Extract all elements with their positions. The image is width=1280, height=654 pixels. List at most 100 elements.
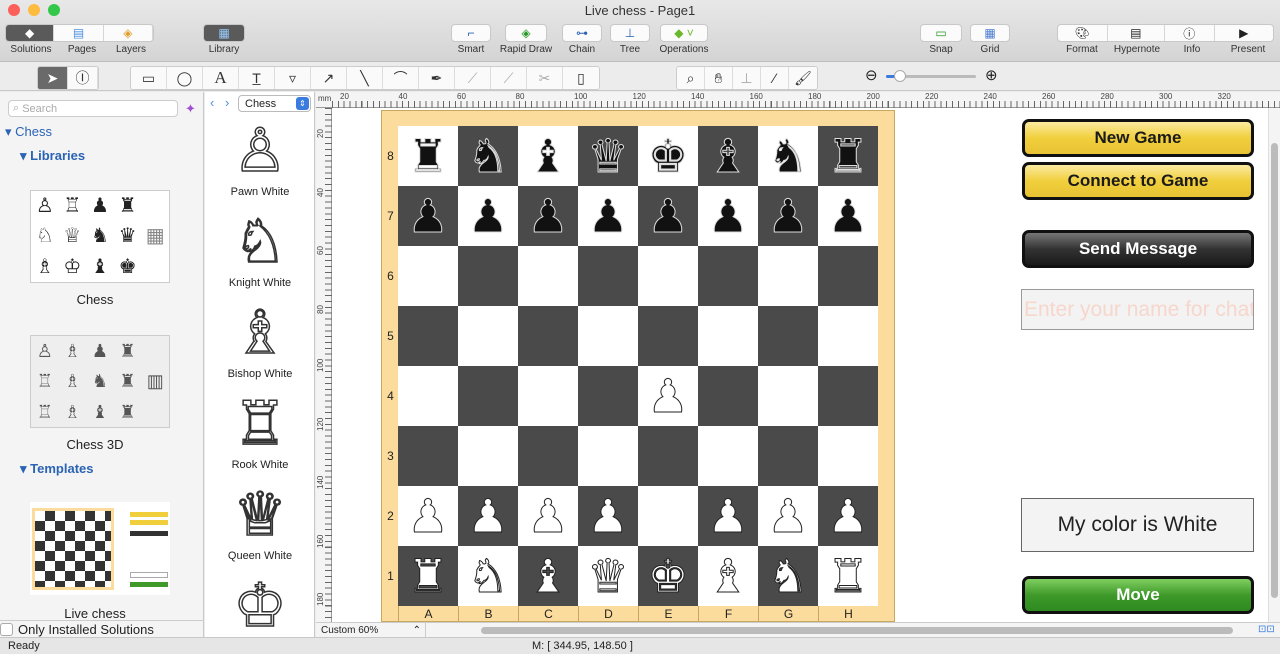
square-c4[interactable] <box>518 366 578 426</box>
square-b7[interactable]: ♟ <box>458 186 518 246</box>
white-knight-icon[interactable]: ♞ <box>767 553 809 600</box>
arc-tool[interactable]: ⌒ <box>383 67 419 89</box>
chain-button[interactable]: ⊶ <box>562 24 602 42</box>
library-item[interactable]: ♗ Bishop White <box>205 298 315 380</box>
black-bishop-icon[interactable]: ♝ <box>527 133 569 180</box>
eyedropper-tool[interactable]: ⁄ <box>761 67 789 89</box>
checkbox-icon[interactable] <box>0 622 13 636</box>
black-pawn-icon[interactable]: ♟ <box>647 193 689 240</box>
zoom-in-icon[interactable]: ⊕ <box>985 66 998 84</box>
white-pawn-icon[interactable]: ♟ <box>407 493 449 540</box>
smart-button[interactable]: ⌐ <box>451 24 491 42</box>
black-pawn-icon[interactable]: ♟ <box>587 193 629 240</box>
container-tool[interactable]: ▯ <box>563 67 599 89</box>
black-knight-icon[interactable]: ♞ <box>767 133 809 180</box>
text-tool[interactable]: A <box>203 67 239 89</box>
square-f6[interactable] <box>698 246 758 306</box>
snap-button[interactable]: ▭ <box>920 24 962 42</box>
zoom-select[interactable]: Custom 60% ⌃ <box>316 623 426 638</box>
format-painter-tool[interactable]: 🖌︎ <box>789 67 817 89</box>
chess-3d-library-label[interactable]: Chess 3D <box>0 437 190 452</box>
square-e1[interactable]: ♚ <box>638 546 698 606</box>
square-d7[interactable]: ♟ <box>578 186 638 246</box>
square-e8[interactable]: ♚ <box>638 126 698 186</box>
square-c8[interactable]: ♝ <box>518 126 578 186</box>
square-f5[interactable] <box>698 306 758 366</box>
square-e7[interactable]: ♟ <box>638 186 698 246</box>
square-h1[interactable]: ♜ <box>818 546 878 606</box>
square-f8[interactable]: ♝ <box>698 126 758 186</box>
black-pawn-icon[interactable]: ♟ <box>827 193 869 240</box>
vertical-scrollbar[interactable] <box>1268 108 1280 622</box>
square-c1[interactable]: ♝ <box>518 546 578 606</box>
white-knight-icon[interactable]: ♞ <box>467 553 509 600</box>
square-a1[interactable]: ♜ <box>398 546 458 606</box>
square-a5[interactable] <box>398 306 458 366</box>
library-item[interactable]: ♖ Rook White <box>205 389 315 471</box>
library-item[interactable]: ♙ Pawn White <box>205 116 315 198</box>
black-bishop-icon[interactable]: ♝ <box>707 133 749 180</box>
square-c5[interactable] <box>518 306 578 366</box>
square-e2[interactable] <box>638 486 698 546</box>
grid-button[interactable]: ▦ <box>970 24 1010 42</box>
square-g1[interactable]: ♞ <box>758 546 818 606</box>
black-pawn-icon[interactable]: ♟ <box>467 193 509 240</box>
square-a7[interactable]: ♟ <box>398 186 458 246</box>
square-f4[interactable] <box>698 366 758 426</box>
send-message-button[interactable]: Send Message <box>1022 230 1254 268</box>
square-h4[interactable] <box>818 366 878 426</box>
operations-button[interactable]: ◆ ˅ <box>660 24 708 42</box>
live-chess-template-thumbnail[interactable] <box>30 502 170 595</box>
white-bishop-icon[interactable]: ♝ <box>707 553 749 600</box>
select-tool[interactable]: ➤ <box>38 67 68 89</box>
square-f3[interactable] <box>698 426 758 486</box>
square-g6[interactable] <box>758 246 818 306</box>
library-select[interactable]: Chess ⇕ <box>238 95 311 112</box>
fit-page-icon[interactable]: ⊡⊡ <box>1258 624 1275 635</box>
square-h2[interactable]: ♟ <box>818 486 878 546</box>
square-d4[interactable] <box>578 366 638 426</box>
black-pawn-icon[interactable]: ♟ <box>767 193 809 240</box>
horizontal-scrollbar[interactable] <box>481 627 1233 634</box>
pan-tool[interactable]: ✋︎ <box>705 67 733 89</box>
square-g5[interactable] <box>758 306 818 366</box>
square-a2[interactable]: ♟ <box>398 486 458 546</box>
white-rook-icon[interactable]: ♜ <box>407 553 449 600</box>
square-g8[interactable]: ♞ <box>758 126 818 186</box>
square-h6[interactable] <box>818 246 878 306</box>
solutions-button[interactable]: ◆ <box>6 25 55 41</box>
zoom-slider-knob[interactable] <box>893 70 906 82</box>
square-d3[interactable] <box>578 426 638 486</box>
only-installed-checkbox[interactable]: Only Installed Solutions <box>0 620 204 637</box>
square-d5[interactable] <box>578 306 638 366</box>
square-b8[interactable]: ♞ <box>458 126 518 186</box>
zoom-tool[interactable]: ⌕ <box>677 67 705 89</box>
square-g7[interactable]: ♟ <box>758 186 818 246</box>
square-g3[interactable] <box>758 426 818 486</box>
chat-name-input[interactable]: Enter your name for chat <box>1021 289 1254 330</box>
library-button[interactable]: ▦ <box>203 24 245 42</box>
white-pawn-icon[interactable]: ♟ <box>647 373 689 420</box>
white-pawn-icon[interactable]: ♟ <box>827 493 869 540</box>
white-pawn-icon[interactable]: ♟ <box>527 493 569 540</box>
zoom-out-icon[interactable]: ⊖ <box>865 66 878 84</box>
arrow-tool[interactable]: ↗ <box>311 67 347 89</box>
square-e6[interactable] <box>638 246 698 306</box>
white-pawn-icon[interactable]: ♟ <box>467 493 509 540</box>
square-a4[interactable] <box>398 366 458 426</box>
chess-library-thumbnail[interactable]: ♙ ♖ ♟ ♜ ♘ ♕ ♞ ♛ ▦ ♗ ♔ ♝ ♚ <box>30 190 170 283</box>
black-pawn-icon[interactable]: ♟ <box>707 193 749 240</box>
white-pawn-icon[interactable]: ♟ <box>587 493 629 540</box>
black-knight-icon[interactable]: ♞ <box>467 133 509 180</box>
square-a6[interactable] <box>398 246 458 306</box>
line-tool[interactable]: ╲ <box>347 67 383 89</box>
square-h3[interactable] <box>818 426 878 486</box>
add-point-tool[interactable]: ⟋ <box>491 67 527 89</box>
square-b1[interactable]: ♞ <box>458 546 518 606</box>
hypernote-button[interactable]: ▤ <box>1108 25 1166 41</box>
square-c2[interactable]: ♟ <box>518 486 578 546</box>
rapid-draw-button[interactable]: ◈ <box>505 24 547 42</box>
layers-button[interactable]: ◈ <box>104 25 153 41</box>
white-queen-icon[interactable]: ♛ <box>587 553 629 600</box>
square-f2[interactable]: ♟ <box>698 486 758 546</box>
